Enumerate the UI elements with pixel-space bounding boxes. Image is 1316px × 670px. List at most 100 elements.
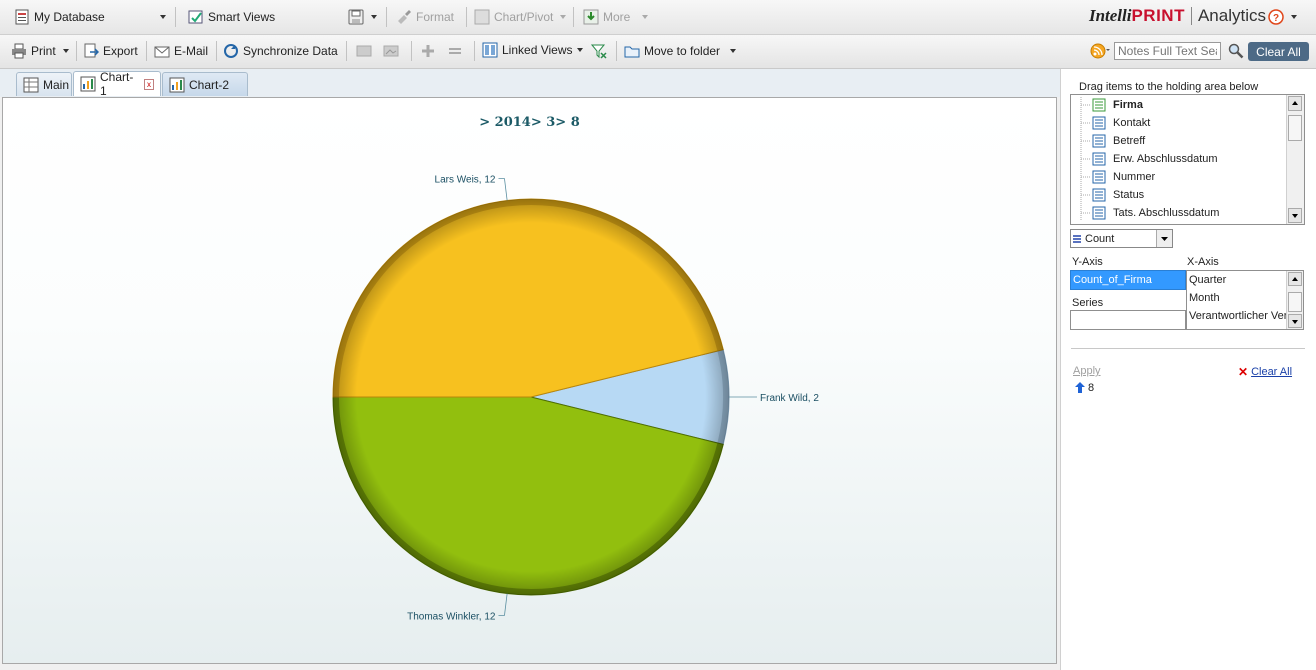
close-tab-icon[interactable]: x: [143, 78, 154, 90]
disabled-tool-3-button[interactable]: [420, 40, 436, 62]
scroll-down-button[interactable]: [1288, 314, 1302, 328]
save-icon: [348, 9, 364, 25]
database-icon: [14, 9, 30, 25]
export-button[interactable]: Export: [83, 40, 138, 62]
brand-name-part2: PRINT: [1131, 6, 1185, 25]
disabled-tool-1-button[interactable]: [356, 40, 372, 62]
field-icon: [1091, 97, 1107, 113]
move-folder-label: Move to folder: [644, 44, 721, 58]
email-button[interactable]: E-Mail: [154, 40, 208, 62]
y-axis-drop-zone[interactable]: Count_of_Firma: [1070, 270, 1186, 290]
slice-label: Frank Wild, 2: [760, 393, 819, 404]
apply-button[interactable]: Apply: [1073, 365, 1101, 377]
smart-views-label: Smart Views: [208, 10, 276, 24]
email-label: E-Mail: [174, 44, 209, 58]
help-button[interactable]: ?: [1268, 6, 1297, 28]
chevron-down-icon: [1291, 15, 1297, 19]
disabled-tool-2-button[interactable]: [383, 40, 399, 62]
field-list[interactable]: Firma Kontakt Betreff Erw. Abschlussdatum Nu…: [1070, 94, 1305, 225]
download-icon: [583, 9, 599, 25]
field-icon: [1091, 151, 1107, 167]
save-button[interactable]: [348, 6, 377, 28]
disabled-tool-4-button[interactable]: [447, 40, 463, 62]
separator: [386, 7, 387, 27]
aggregate-select[interactable]: Count: [1070, 229, 1173, 248]
tab-chart-2-label: Chart-2: [189, 77, 230, 92]
grid-icon: [356, 43, 372, 59]
panel-divider: [1071, 348, 1305, 349]
bar-chart-icon: [169, 77, 185, 93]
scroll-thumb[interactable]: [1288, 292, 1302, 312]
field-item[interactable]: Betreff: [1091, 132, 1145, 150]
chevron-down-icon: [371, 15, 377, 19]
print-button[interactable]: Print: [11, 40, 69, 62]
field-item[interactable]: Status: [1091, 186, 1144, 204]
filter-button[interactable]: [590, 40, 607, 62]
aggregate-select-value: Count: [1085, 232, 1115, 245]
separator: [573, 7, 574, 27]
scroll-thumb[interactable]: [1288, 115, 1302, 141]
field-label: Nummer: [1113, 171, 1156, 183]
tab-chart-2[interactable]: Chart-2: [162, 72, 248, 96]
scroll-down-button[interactable]: [1288, 208, 1302, 223]
format-button[interactable]: Format: [396, 6, 454, 28]
drill-up-button[interactable]: 8: [1074, 381, 1094, 394]
x-axis-item[interactable]: Month: [1189, 292, 1220, 304]
separator: [346, 41, 347, 61]
field-label: Status: [1113, 189, 1145, 201]
scroll-up-button[interactable]: [1288, 272, 1302, 286]
separator: [411, 41, 412, 61]
table-icon: [23, 77, 39, 93]
slice-label-leader: [498, 593, 508, 616]
field-item[interactable]: Firma: [1091, 96, 1143, 114]
separator: [76, 41, 77, 61]
notes-search-input[interactable]: [1114, 42, 1221, 60]
tab-main[interactable]: Main: [16, 72, 72, 96]
tab-chart-1[interactable]: Chart-1 x: [73, 70, 161, 98]
y-axis-item[interactable]: Count_of_Firma: [1073, 274, 1152, 286]
field-label: Firma: [1113, 99, 1143, 111]
chart-pivot-icon: [474, 9, 490, 25]
linked-views-button[interactable]: Linked Views: [482, 39, 583, 61]
slice-label: Lars Weis, 12: [435, 175, 496, 186]
separator: [466, 7, 467, 27]
clear-all-axes-button[interactable]: ✕ Clear All: [1238, 365, 1292, 379]
scroll-up-button[interactable]: [1288, 96, 1302, 111]
synchronize-data-button[interactable]: Synchronize Data: [223, 40, 338, 62]
database-selector[interactable]: My Database: [14, 6, 166, 28]
export-label: Export: [103, 44, 138, 58]
search-icon[interactable]: [1228, 43, 1244, 59]
filter-icon: [590, 43, 607, 59]
slice-label-leader: [498, 178, 508, 201]
chart-pivot-button[interactable]: Chart/Pivot: [474, 6, 567, 28]
more-button[interactable]: More: [583, 6, 649, 28]
x-axis-item[interactable]: Quarter: [1189, 274, 1226, 286]
chart-area: > 2014> 3> 8 Frank Wild, 2 Thomas Winkler…: [2, 97, 1057, 664]
field-label: Kontakt: [1113, 117, 1151, 129]
field-item[interactable]: Tats. Abschlussdatum: [1091, 204, 1219, 222]
separator: [216, 41, 217, 61]
chart-pivot-label: Chart/Pivot: [494, 10, 554, 24]
format-label: Format: [416, 10, 455, 24]
brand-divider: [1190, 7, 1192, 25]
smart-views-button[interactable]: Smart Views: [188, 6, 343, 28]
chevron-down-icon: [730, 49, 737, 53]
field-icon: [1091, 187, 1107, 203]
list-icon: [1071, 231, 1085, 247]
clear-all-search-button[interactable]: Clear All: [1248, 42, 1309, 61]
tab-chart-1-label: Chart-1: [100, 70, 134, 98]
rss-feed-icon[interactable]: [1090, 43, 1110, 59]
x-axis-scrollbar[interactable]: [1286, 271, 1303, 329]
field-item[interactable]: Erw. Abschlussdatum: [1091, 150, 1218, 168]
field-item[interactable]: Kontakt: [1091, 114, 1150, 132]
chevron-down-icon: [160, 15, 166, 19]
series-label: Series: [1072, 297, 1104, 309]
field-item[interactable]: Nummer: [1091, 168, 1155, 186]
field-icon: [1091, 205, 1107, 221]
x-axis-drop-zone[interactable]: QuarterMonthVerantwortlicher Verkäufer: [1186, 270, 1304, 330]
move-to-folder-button[interactable]: Move to folder: [624, 40, 737, 62]
export-icon: [83, 43, 100, 59]
chevron-down-icon[interactable]: [1156, 230, 1172, 247]
series-drop-zone[interactable]: [1070, 310, 1186, 330]
field-list-scrollbar[interactable]: [1286, 95, 1304, 224]
